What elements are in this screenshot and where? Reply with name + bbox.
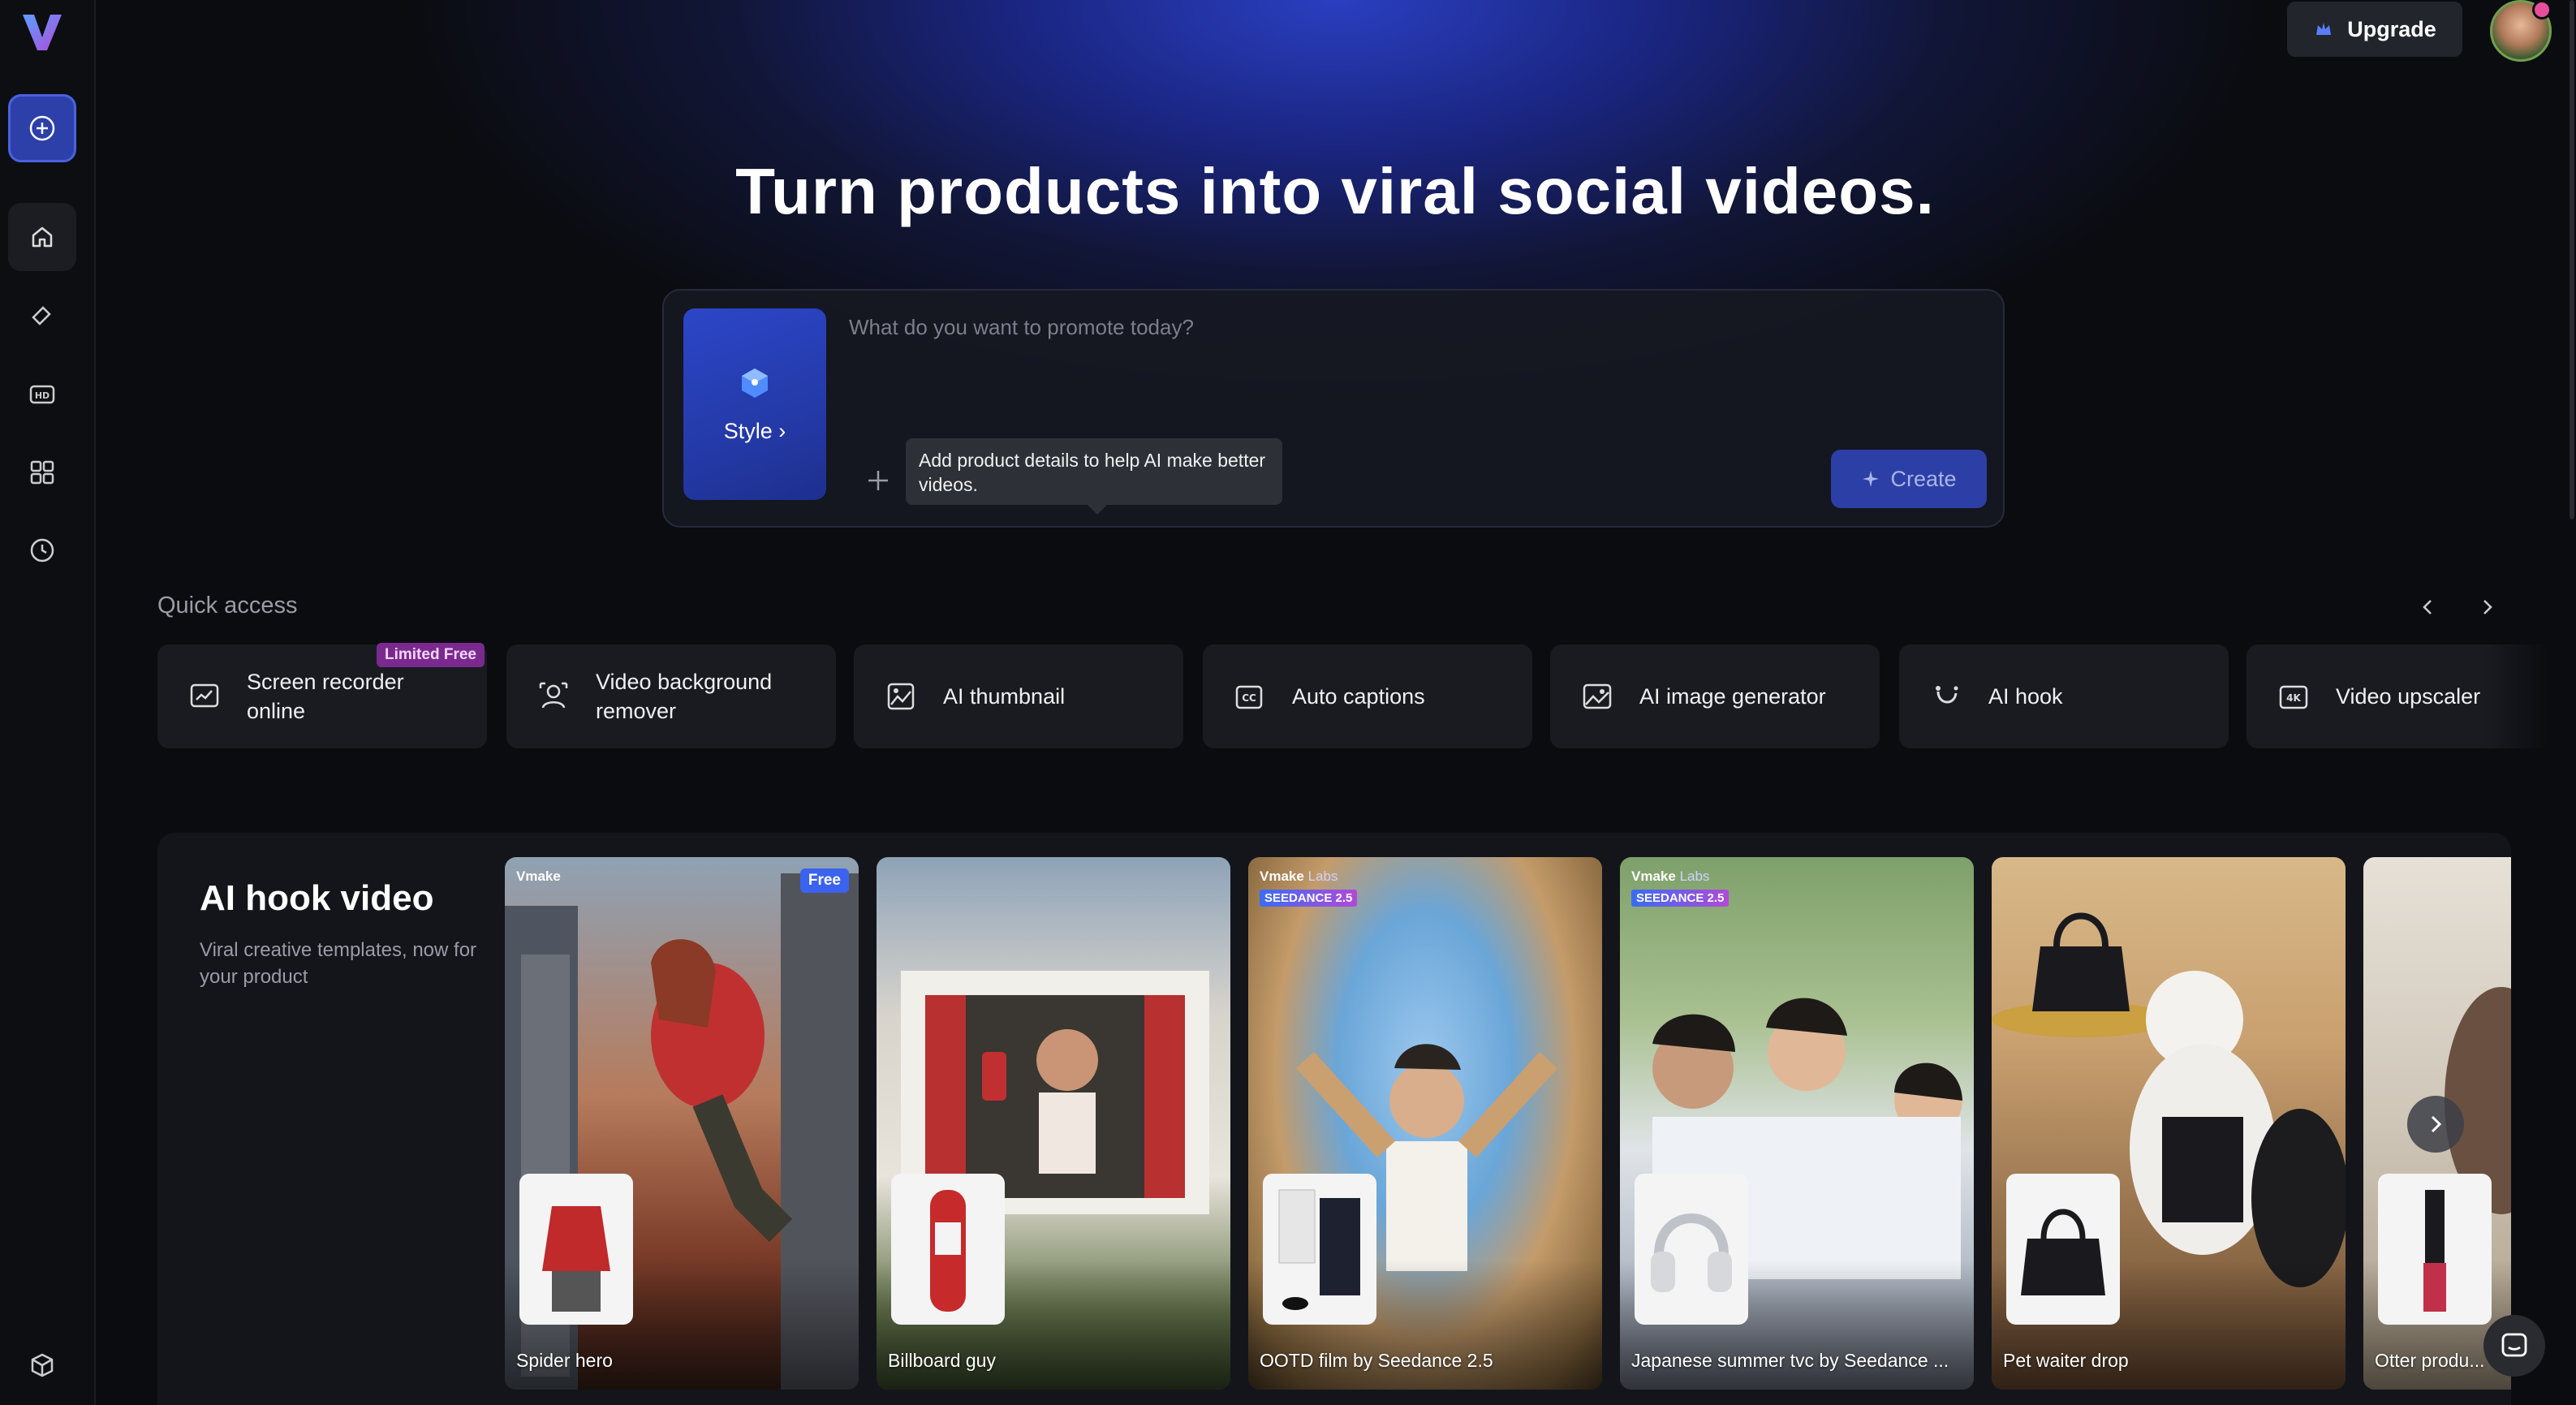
chat-support-button[interactable] [2483, 1315, 2545, 1377]
upscaler-icon: 4K [2276, 679, 2311, 714]
brand-tag: Vmake Labs [1260, 868, 1338, 885]
image-generator-icon [1579, 679, 1615, 714]
plus-icon [868, 471, 888, 490]
svg-text:4K: 4K [2286, 692, 2301, 704]
product-thumbnail [2006, 1174, 2120, 1325]
quick-access-label: Video background [596, 670, 773, 694]
card-caption: Pet waiter drop [2003, 1350, 2129, 1371]
add-product-button[interactable] [862, 464, 894, 497]
thumbnail-icon [883, 679, 919, 714]
card-caption: Billboard guy [888, 1350, 996, 1371]
sidebar-item-apps[interactable] [26, 456, 58, 489]
svg-text:CC: CC [1242, 692, 1256, 704]
template-card-billboard-guy[interactable]: Billboard guy [877, 857, 1230, 1390]
template-card-japanese-summer-tvc[interactable]: Vmake Labs SEEDANCE 2.5 Japanese summer … [1620, 857, 1974, 1390]
captions-icon: CC [1232, 679, 1268, 714]
upgrade-label: Upgrade [2347, 16, 2436, 41]
section-title: AI hook video [200, 878, 434, 918]
style-label: Style [723, 418, 773, 443]
quick-access-label: Video upscaler [2336, 684, 2481, 709]
box-icon [31, 1353, 54, 1377]
quick-access-title: Quick access [157, 593, 298, 618]
sidebar-item-box[interactable] [26, 1349, 58, 1381]
product-thumbnail [891, 1174, 1005, 1325]
notification-dot [2532, 0, 2552, 19]
style-button[interactable]: Style › [683, 308, 826, 500]
brand-lab: Labs [1307, 868, 1338, 884]
product-thumbnail [519, 1174, 633, 1325]
sidebar-item-hd[interactable]: HD [26, 378, 58, 411]
card-caption: Spider hero [516, 1350, 613, 1371]
hd-icon: HD [29, 385, 55, 404]
hook-icon [1928, 679, 1964, 714]
brand-tag: Vmake Labs [1631, 868, 1709, 885]
limited-free-badge: Limited Free [377, 643, 485, 667]
brand-name: Vmake [1631, 868, 1676, 884]
create-label: Create [1890, 466, 1957, 491]
sidebar-item-history[interactable] [26, 534, 58, 567]
quick-access-label: AI hook [1988, 684, 2063, 709]
product-thumbnail [1635, 1174, 1748, 1325]
free-badge: Free [799, 868, 849, 893]
quick-access-label: AI thumbnail [943, 684, 1066, 709]
prompt-box: Style › Create [662, 289, 2005, 528]
brand-tag: Vmake [516, 868, 561, 885]
product-thumbnail [2378, 1174, 2492, 1325]
brand-name: Vmake [516, 868, 561, 884]
eraser-icon [32, 306, 51, 325]
quick-access-ai-hook[interactable]: AI hook [1899, 644, 2229, 748]
prompt-input[interactable] [849, 307, 1969, 347]
seedance-badge: SEEDANCE 2.5 [1631, 890, 1730, 907]
new-project-button[interactable] [8, 94, 76, 162]
card-caption: Japanese summer tvc by Seedance ... [1631, 1350, 1949, 1371]
quick-access-label: remover [596, 699, 677, 723]
seedance-badge: SEEDANCE 2.5 [1260, 890, 1358, 907]
upgrade-button[interactable]: Upgrade [2287, 2, 2462, 57]
quick-access-ai-thumbnail[interactable]: AI thumbnail [854, 644, 1183, 748]
chevron-right-icon [2431, 1115, 2442, 1133]
section-subtitle: Viral creative templates, now for your p… [200, 939, 477, 988]
sidebar-item-eraser[interactable] [26, 299, 58, 331]
product-thumbnail [1263, 1174, 1376, 1325]
vmake-logo[interactable] [18, 8, 67, 57]
clock-icon [30, 538, 54, 562]
background-remover-icon [536, 679, 571, 714]
apps-grid-icon [30, 460, 54, 485]
page-scrollbar[interactable] [2570, 0, 2574, 519]
page-title: Turn products into viral social videos. [735, 155, 1935, 227]
plus-circle-icon [29, 115, 55, 141]
quick-access-prev[interactable] [2412, 591, 2445, 623]
quick-access-label: Screen recorder [247, 670, 404, 694]
quick-access-video-background-remover[interactable]: Video background remover [506, 644, 836, 748]
chevron-left-icon [2423, 600, 2432, 614]
template-card-ootd-film[interactable]: Vmake Labs SEEDANCE 2.5 OOTD film by See… [1248, 857, 1602, 1390]
brand-name: Vmake [1260, 868, 1304, 884]
quick-access-label: Auto captions [1292, 684, 1425, 709]
chevron-right-icon [2483, 600, 2492, 614]
template-card-pet-waiter-drop[interactable]: Pet waiter drop [1992, 857, 2346, 1390]
svg-text:HD: HD [35, 390, 50, 401]
create-button[interactable]: Create [1831, 450, 1987, 508]
sparkle-icon [1863, 471, 1880, 487]
brand-lab: Labs [1679, 868, 1710, 884]
screen-recorder-icon [187, 679, 222, 714]
style-cube-icon [742, 368, 768, 398]
chat-icon [2501, 1333, 2527, 1357]
carousel-next-button[interactable] [2407, 1096, 2464, 1153]
quick-access-auto-captions[interactable]: CC Auto captions [1203, 644, 1532, 748]
quick-access-ai-image-generator[interactable]: AI image generator [1550, 644, 1880, 748]
ai-hook-section: AI hook video Viral creative templates, … [157, 833, 2511, 1405]
quick-access-label: AI image generator [1639, 684, 1826, 709]
template-card-spider-hero[interactable]: Vmake Free Spider hero [505, 857, 859, 1390]
quick-access-next[interactable] [2470, 591, 2503, 623]
quick-access-label: online [247, 699, 306, 723]
quick-access-fade [2483, 633, 2576, 763]
tooltip: Add product details to help AI make bett… [906, 438, 1282, 515]
crown-icon [2316, 23, 2332, 35]
chevron-right-icon: › [778, 418, 786, 443]
card-caption: OOTD film by Seedance 2.5 [1260, 1350, 1493, 1371]
